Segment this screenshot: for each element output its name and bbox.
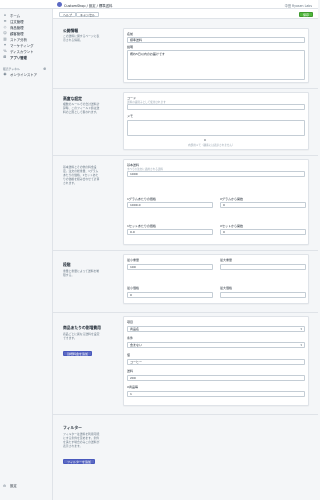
max-weight-input[interactable] [220,264,306,270]
max-weight-label: 最大重量 [220,258,233,262]
stage-card: 最小重量 100 最大重量 最小価格 0 最大価格 [123,254,309,304]
sidebar-item-settings[interactable]: ⚙ 設定 [3,483,17,489]
apps-icon: ⊞ [3,55,7,59]
sidebar-item-label: オンラインストア [10,72,38,77]
per-quantity-label: X商品毎 [127,385,139,389]
fee-label: 送料 [127,369,134,373]
memo-label: メモ [127,114,134,118]
min-price-label: 最小価格 [127,286,140,290]
gram-price-label: 1グラムあたりの価格 [127,197,156,201]
item-type-value: 商品名 [130,327,140,331]
name-input[interactable]: 標準送料 [127,37,305,43]
memo-textarea[interactable] [127,120,305,136]
condition-label: 条件 [127,336,134,340]
sidebar-item-label: 注文管理 [10,19,24,24]
section-divider [53,155,318,156]
per-quantity-input[interactable]: 1 [127,391,305,397]
orders-icon: ≡ [3,19,7,23]
help-button[interactable]: ヘルプ [59,11,77,17]
customers-icon: ☺ [3,31,7,35]
stage-section-desc: 重量と重量によって送料を制限する。 [63,269,100,277]
value-input[interactable]: コーヒー [127,359,305,365]
set-start-input[interactable]: 0 [220,229,306,235]
sidebar-item-label: ストア分析 [10,37,27,42]
add-filter-button[interactable]: フィルターを追加 [63,459,95,464]
chevron-down-icon: ▾ [300,327,302,331]
max-price-label: 最大価格 [220,286,233,290]
filter-section-title: フィルター [63,425,82,430]
gear-icon: ⚙ [3,483,7,488]
description-label: 説明 [127,45,134,49]
sidebar-item-apps[interactable]: ⊞ アプリ管理 [3,54,51,60]
products-icon: ◇ [3,25,7,29]
sidebar-item-online-store[interactable]: ◉ オンラインストア [3,71,51,77]
max-price-input[interactable] [220,292,306,298]
memo-help-text: 内部用メモ（顧客には表示されません） [188,144,235,147]
section-divider [53,88,318,89]
condition-value: 含まない [130,343,143,347]
sidebar-item-label: ディスカウント [10,49,34,54]
save-button[interactable]: 保存 [299,11,314,17]
discount-icon: % [3,49,7,53]
min-weight-input[interactable]: 100 [127,264,213,270]
min-weight-label: 最小重量 [127,258,140,262]
sidebar-item-label: アプリ管理 [10,55,27,60]
set-price-label: 1セットあたりの価格 [127,224,156,228]
memo-char-count: 0 [204,138,206,142]
advanced-section-desc: 複数のルールでの合計送料計算時、このフィールド値は送料の上限として扱われます。 [63,102,100,114]
gram-start-input[interactable]: 0 [220,202,306,208]
home-icon: ⌂ [3,13,7,17]
gram-price-input[interactable]: 1000.0 [127,202,213,208]
stage-section-title: 段階 [63,262,71,267]
product-section-title: 商品あたりの割増費用 [63,325,101,330]
marketing-icon: ✦ [3,43,7,47]
filter-section-desc: フィルターは送料を利用可能にする条件を定めます。条件を満たす場合のみこの送料が表… [63,432,100,448]
set-start-label: Xセットから開始 [220,224,244,228]
public-section-desc: この送料に関するページに表示される情報。 [63,34,100,42]
base-section-desc: 基本送料とその他の料金設定。注文の総重量、1グラムあたりの価格、1セットあたりの… [63,165,100,185]
name-label: 名前 [127,32,134,36]
section-divider [53,312,318,313]
breadcrumb: CustomShop / 設定 / 標準送料 [64,3,113,8]
advanced-card: コード 送料の識別子として使用されます メモ 0 内部用メモ（顧客には表示されま… [123,92,309,150]
top-bar: CustomShop / 設定 / 標準送料 中田 Ryosen Labs [0,0,318,9]
item-type-label: 項目 [127,320,134,324]
base-fee-input[interactable]: 1000 [127,171,305,177]
fee-input[interactable]: 200 [127,375,305,381]
store-logo-icon[interactable] [57,2,62,7]
add-surcharge-button[interactable]: 割増料金を追加 [63,351,93,356]
chevron-down-icon: ▾ [300,343,302,347]
sidebar [0,9,53,500]
sidebar-item-label: ホーム [10,13,21,18]
value-label: 値 [127,353,131,357]
section-divider [53,250,318,251]
sidebar-item-label: 顧客管理 [10,31,24,36]
item-type-select[interactable]: 商品名 ▾ [127,326,305,332]
base-card: 基本送料 すべての注文に適用される送料 1000 1グラムあたりの価格 1000… [123,159,309,245]
public-card: 名前 標準送料 説明 概ね5日以内のお届けです [123,28,309,83]
condition-select[interactable]: 含まない ▾ [127,342,305,348]
online-store-icon: ◉ [3,72,7,76]
sidebar-item-label: 商品管理 [10,25,24,30]
analytics-icon: ▥ [3,37,7,41]
cancel-button[interactable]: キャンセル [76,11,100,17]
sidebar-item-label: 設定 [10,484,17,488]
gram-start-label: Xグラムから開始 [220,197,243,201]
min-price-input[interactable]: 0 [127,292,213,298]
code-input[interactable] [127,104,305,110]
account-name[interactable]: 中田 Ryosen Labs [285,3,312,8]
set-price-input[interactable]: 0.0 [127,229,213,235]
product-section-desc: 商品ごとに異なる送料を設定できます。 [63,332,100,340]
product-card: 項目 商品名 ▾ 条件 含まない ▾ 値 コーヒー 送料 200 X商品毎 1 [123,316,309,406]
description-textarea[interactable]: 概ね5日以内のお届けです [127,50,305,80]
sidebar-item-label: マーケティング [10,43,34,48]
section-divider [53,414,318,415]
